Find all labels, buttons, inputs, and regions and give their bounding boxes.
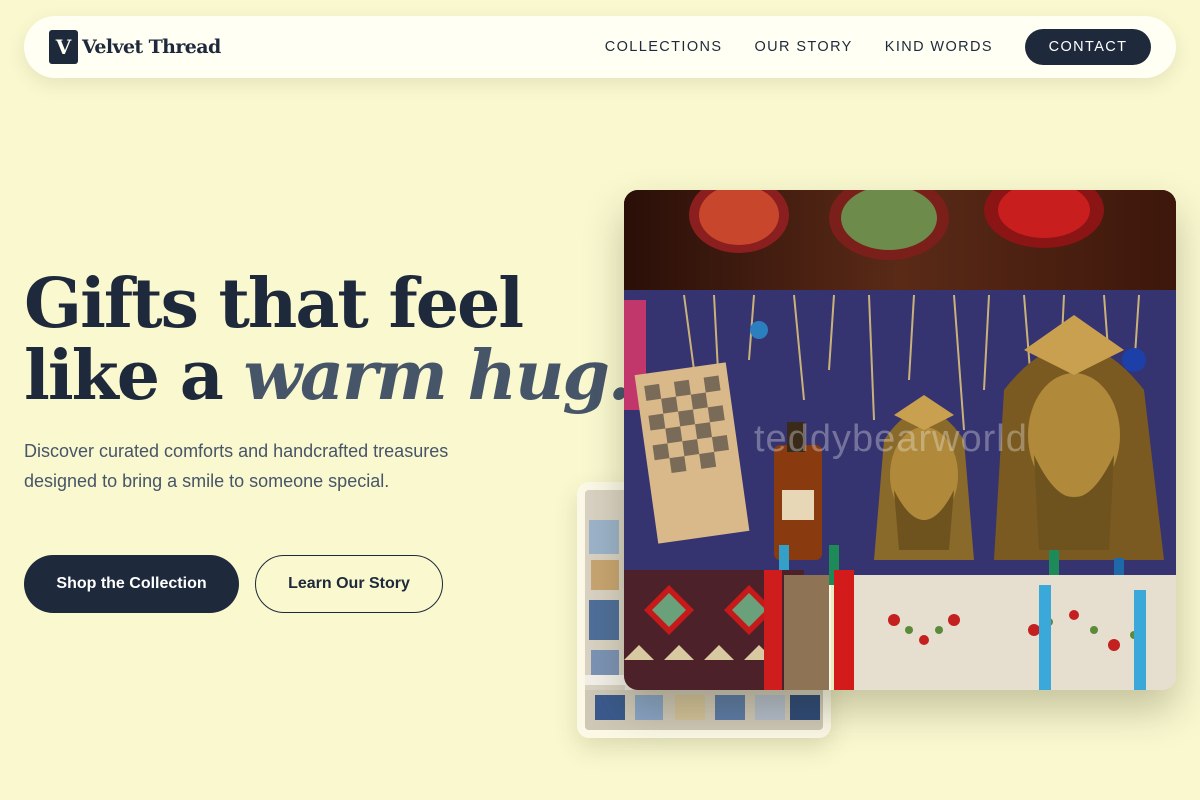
brand-logo[interactable]: V Velvet Thread xyxy=(49,30,221,64)
brand-mark-icon: V xyxy=(49,30,78,64)
brand-name: Velvet Thread xyxy=(82,36,221,58)
contact-button[interactable]: CONTACT xyxy=(1025,29,1151,65)
hero-title-line1: Gifts that feel xyxy=(24,264,524,344)
nav-link-our-story[interactable]: OUR STORY xyxy=(754,39,852,55)
hero-subtitle: Discover curated comforts and handcrafte… xyxy=(24,441,449,491)
nav-link-collections[interactable]: COLLECTIONS xyxy=(605,39,723,55)
hero-title: Gifts that feel like a warm hug. xyxy=(24,268,632,412)
hero-title-line2: like a xyxy=(24,336,244,416)
top-navigation: V Velvet Thread COLLECTIONS OUR STORY KI… xyxy=(24,16,1176,78)
main-product-image: teddybearworld xyxy=(624,190,1176,690)
learn-story-button[interactable]: Learn Our Story xyxy=(255,555,443,613)
shop-collection-button[interactable]: Shop the Collection xyxy=(24,555,239,613)
hero-title-accent: warm hug. xyxy=(243,336,631,416)
nav-links: COLLECTIONS OUR STORY KIND WORDS CONTACT xyxy=(605,29,1151,65)
image-watermark: teddybearworld xyxy=(754,418,1028,460)
nav-link-kind-words[interactable]: KIND WORDS xyxy=(885,39,993,55)
